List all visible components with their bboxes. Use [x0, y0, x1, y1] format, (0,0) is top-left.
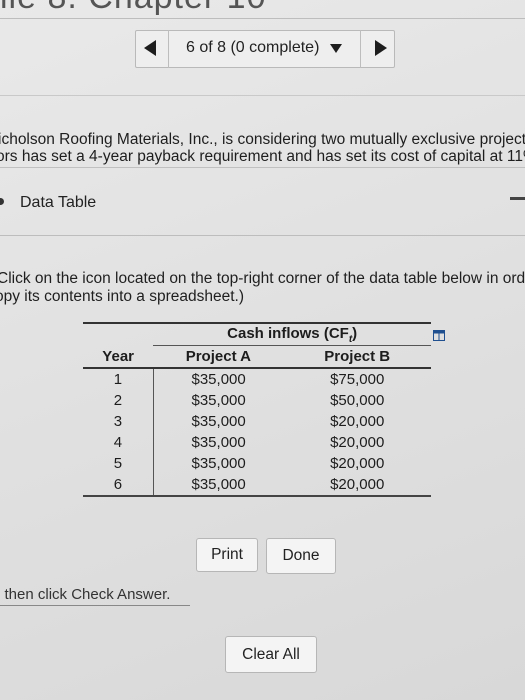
project-b-cell: $50,000 [330, 392, 385, 409]
project-a-cell: $35,000 [191, 476, 246, 493]
table-row: 2 $35,000 $50,000 [83, 390, 431, 411]
project-b-cell: $20,000 [330, 476, 385, 493]
table-row: 5 $35,000 $20,000 [83, 453, 431, 474]
table-row: 4 $35,000 $20,000 [83, 432, 431, 453]
divider [0, 95, 525, 96]
project-b-cell: $20,000 [330, 413, 385, 430]
clear-all-button[interactable]: Clear All [225, 636, 317, 673]
year-cell: 2 [83, 390, 154, 411]
divider [0, 605, 190, 606]
chevron-down-icon[interactable] [330, 44, 342, 53]
project-a-cell: $35,000 [191, 434, 246, 451]
table-row: 6 $35,000 $20,000 [83, 474, 431, 496]
bullet-icon [0, 198, 4, 205]
divider [0, 235, 525, 236]
year-cell: 5 [83, 453, 154, 474]
project-a-cell: $35,000 [191, 413, 246, 430]
table-row: 1 $35,000 $75,000 [83, 368, 431, 390]
instruction-text-line: Click on the icon located on the top-rig… [0, 270, 525, 287]
project-b-cell: $75,000 [330, 371, 385, 388]
copy-to-spreadsheet-icon[interactable] [433, 330, 445, 341]
year-cell: 3 [83, 411, 154, 432]
divider [168, 30, 169, 68]
project-a-cell: $35,000 [191, 455, 246, 472]
assignment-title: ile 8. Chapter 10 [0, 0, 267, 17]
table-row: 3 $35,000 $20,000 [83, 411, 431, 432]
project-b-cell: $20,000 [330, 434, 385, 451]
question-progress-label[interactable]: 6 of 8 (0 complete) [186, 39, 319, 57]
check-answer-instruction: d then click Check Answer. [0, 586, 171, 603]
divider [360, 30, 361, 68]
cash-inflows-table: Cash inflows (CFt) Year Project A Projec… [83, 322, 431, 497]
instruction-text-line: opy its contents into a spreadsheet.) [0, 288, 245, 305]
print-button[interactable]: Print [196, 538, 258, 572]
data-table-link[interactable]: Data Table [20, 194, 96, 212]
question-text-line: ors has set a 4-year payback requirement… [0, 148, 525, 165]
project-b-cell: $20,000 [330, 455, 385, 472]
project-a-cell: $35,000 [191, 392, 246, 409]
column-header-project-b: Project B [283, 345, 431, 369]
next-question-icon[interactable] [375, 40, 387, 56]
minimize-icon[interactable] [510, 197, 525, 200]
cash-inflows-header: Cash inflows (CFt) [153, 323, 431, 346]
divider [0, 18, 525, 19]
column-header-project-a: Project A [153, 345, 284, 369]
year-cell: 6 [83, 474, 154, 496]
year-cell: 1 [83, 368, 154, 390]
divider [0, 167, 525, 168]
previous-question-icon[interactable] [144, 40, 156, 56]
question-text-line: icholson Roofing Materials, Inc., is con… [0, 131, 525, 148]
year-cell: 4 [83, 432, 154, 453]
done-button[interactable]: Done [266, 538, 336, 574]
column-header-year: Year [83, 345, 154, 369]
project-a-cell: $35,000 [191, 371, 246, 388]
